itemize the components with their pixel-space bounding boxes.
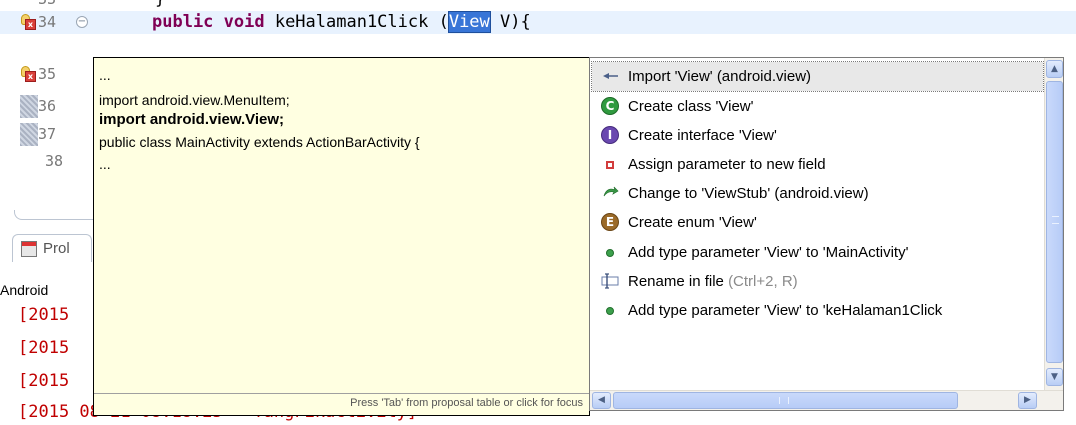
fold-collapse-icon[interactable]: − xyxy=(76,16,88,28)
vertical-scroll-thumb[interactable] xyxy=(1046,81,1063,363)
horizontal-scroll-thumb[interactable] xyxy=(613,392,958,409)
scroll-right-icon[interactable]: ▶ xyxy=(1018,392,1037,409)
code-method-signature: keHalaman1Click ( xyxy=(264,12,449,32)
log-line: [2015 xyxy=(18,338,70,358)
scroll-left-icon[interactable]: ◀ xyxy=(592,392,611,409)
type-parameter-icon xyxy=(606,307,614,315)
tab-label: Prol xyxy=(43,240,70,257)
proposal-label: Add type parameter 'View' to 'keHalaman1… xyxy=(628,302,943,319)
scroll-up-icon[interactable]: ▲ xyxy=(1046,60,1063,78)
proposal-create-interface[interactable]: I Create interface 'View' xyxy=(592,121,1043,150)
preview-line: ... xyxy=(99,67,111,83)
proposal-rename-in-file[interactable]: Rename in file (Ctrl+2, R) xyxy=(592,267,1043,296)
code-line[interactable]: 33 } xyxy=(0,0,1076,11)
line-number: 35 xyxy=(38,65,57,83)
line-number: 38 xyxy=(45,152,64,170)
log-line: [2015 xyxy=(18,371,70,391)
code-text: } xyxy=(155,0,165,11)
tab-problems[interactable]: Prol xyxy=(12,234,92,262)
focus-hint: Press 'Tab' from proposal table or click… xyxy=(350,397,583,409)
proposal-label: Rename in file (Ctrl+2, R) xyxy=(628,273,798,290)
proposal-add-type-parameter-method[interactable]: Add type parameter 'View' to 'keHalaman1… xyxy=(592,296,1043,325)
class-icon: C xyxy=(601,97,619,115)
code-parameter: V){ xyxy=(489,12,531,32)
enum-icon: E xyxy=(601,213,619,231)
proposal-preview-popup[interactable]: ... import android.view.MenuItem; import… xyxy=(93,57,590,416)
change-icon xyxy=(601,184,619,202)
scroll-down-icon[interactable]: ▼ xyxy=(1046,368,1063,386)
line-number: 36 xyxy=(38,97,57,115)
proposal-list[interactable]: Import 'View' (android.view) C Create cl… xyxy=(590,58,1045,390)
proposal-label: Import 'View' (android.view) xyxy=(628,68,812,85)
problems-icon xyxy=(21,241,37,257)
proposal-label: Change to 'ViewStub' (android.view) xyxy=(628,185,869,202)
horizontal-scrollbar[interactable]: ◀ ▶ xyxy=(590,390,1063,410)
quickfix-marker-icon[interactable]: x xyxy=(20,66,37,83)
quick-fix-proposals-popup[interactable]: Import 'View' (android.view) C Create cl… xyxy=(589,57,1064,411)
proposal-change-to-viewstub[interactable]: Change to 'ViewStub' (android.view) xyxy=(592,179,1043,208)
code-text: public void keHalaman1Click (View V){ xyxy=(152,11,531,34)
proposal-label: Create class 'View' xyxy=(628,98,754,115)
proposal-create-class[interactable]: C Create class 'View' xyxy=(592,92,1043,121)
code-keyword: public void xyxy=(152,12,265,32)
preview-footer: Press 'Tab' from proposal table or click… xyxy=(94,393,589,415)
proposal-text: Rename in file xyxy=(628,273,724,290)
change-marker xyxy=(20,123,38,146)
proposal-label: Create interface 'View' xyxy=(628,127,777,144)
interface-icon: I xyxy=(601,126,619,144)
rename-icon xyxy=(601,272,619,290)
proposal-label: Create enum 'View' xyxy=(628,214,757,231)
line-number: 33 xyxy=(38,0,68,11)
code-line-current[interactable]: x 34 − public void keHalaman1Click (View… xyxy=(0,11,1076,34)
selected-type-token[interactable]: View xyxy=(447,11,491,33)
preview-line: import android.view.MenuItem; xyxy=(99,92,290,108)
console-name: Android xyxy=(0,282,49,298)
field-icon xyxy=(606,161,614,169)
preview-line-highlighted: import android.view.View; xyxy=(99,111,285,128)
vertical-scrollbar[interactable]: ▲ ▼ xyxy=(1044,58,1063,390)
type-parameter-icon xyxy=(606,249,614,257)
preview-line: public class MainActivity extends Action… xyxy=(99,134,420,150)
log-line: [2015 xyxy=(18,305,70,325)
proposal-label: Add type parameter 'View' to 'MainActivi… xyxy=(628,244,909,261)
line-number: 37 xyxy=(38,125,57,143)
editor-border xyxy=(14,210,94,220)
proposal-assign-field[interactable]: Assign parameter to new field xyxy=(592,150,1043,179)
shortcut-hint: (Ctrl+2, R) xyxy=(728,273,798,290)
quickfix-marker-icon[interactable]: x xyxy=(20,14,37,31)
proposal-add-type-parameter-class[interactable]: Add type parameter 'View' to 'MainActivi… xyxy=(592,238,1043,267)
line-number: 34 xyxy=(38,13,57,31)
import-icon xyxy=(601,67,619,85)
proposal-create-enum[interactable]: E Create enum 'View' xyxy=(592,208,1043,237)
preview-line: ... xyxy=(99,156,111,172)
change-marker xyxy=(20,95,38,118)
proposal-import-view[interactable]: Import 'View' (android.view) xyxy=(591,61,1044,92)
proposal-label: Assign parameter to new field xyxy=(628,156,826,173)
